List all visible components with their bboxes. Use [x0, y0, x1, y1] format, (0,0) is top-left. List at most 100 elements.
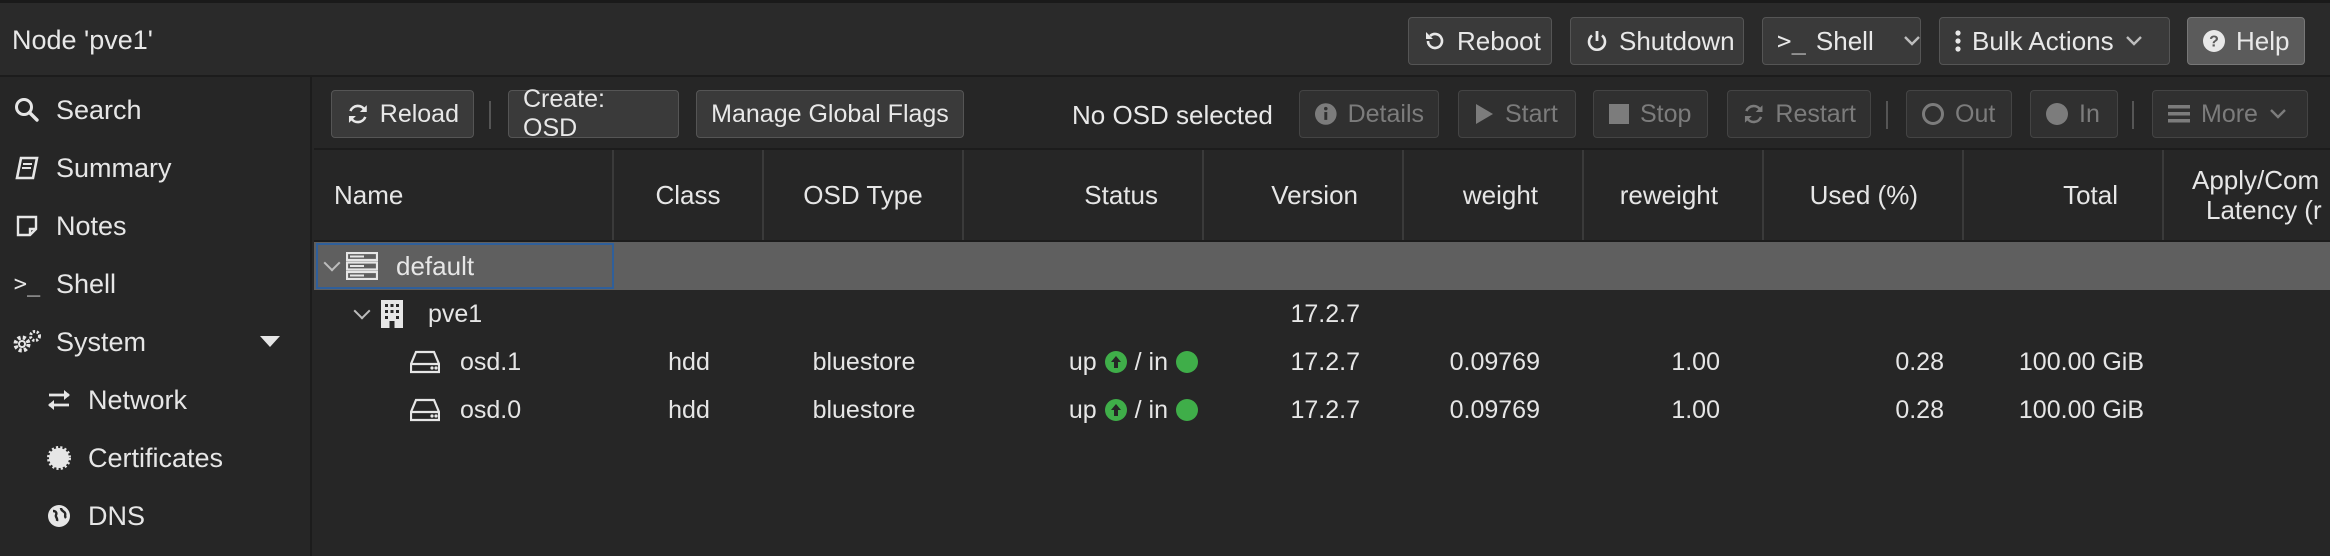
restart-label: Restart [1775, 99, 1856, 128]
column-header-label: Name [334, 179, 404, 210]
caret-down-icon[interactable] [260, 336, 280, 347]
column-header-status[interactable]: Status [964, 150, 1204, 240]
osd-grid-header: Name Class OSD Type Status Version weigh… [314, 150, 2330, 242]
up-arrow-icon [1104, 351, 1127, 373]
svg-text:?: ? [2209, 34, 2219, 51]
create-osd-label: Create: OSD [523, 85, 605, 142]
start-label: Start [1505, 99, 1558, 128]
sidebar-item-label: DNS [88, 500, 146, 531]
stop-button[interactable]: Stop [1593, 90, 1708, 138]
manage-global-flags-button[interactable]: Manage Global Flags [696, 90, 964, 138]
column-header-name[interactable]: Name [314, 150, 614, 240]
sidebar-item-search[interactable]: Search [0, 85, 310, 135]
sidebar-item-notes[interactable]: Notes [0, 201, 310, 251]
start-button[interactable]: Start [1458, 90, 1576, 138]
row-weight: 0.09769 [1449, 395, 1540, 424]
help-button[interactable]: ? Help [2187, 17, 2305, 65]
reload-label: Reload [379, 99, 459, 128]
chevron-down-icon [323, 254, 341, 272]
play-icon [1476, 104, 1493, 124]
create-osd-button[interactable]: Create: OSD [508, 85, 679, 142]
column-header-total[interactable]: Total [1964, 150, 2164, 240]
reboot-button[interactable]: Reboot [1408, 17, 1552, 65]
chevron-down-icon [2270, 109, 2286, 119]
osd-toolbar: Reload Create: OSD Manage Global Flags N… [314, 77, 2330, 150]
shutdown-button[interactable]: Shutdown [1570, 17, 1744, 65]
sidebar-item-certificates[interactable]: Certificates [0, 433, 310, 483]
sidebar-item-label: System [56, 326, 147, 357]
row-name: osd.0 [460, 395, 522, 424]
toolbar-separator [1886, 101, 1888, 129]
out-label: Out [1955, 99, 1996, 128]
status-in-label: / in [1134, 347, 1168, 376]
vertical-ellipsis-icon [1955, 30, 1961, 52]
more-button[interactable]: More [2152, 90, 2308, 138]
terminal-icon: >_ [1777, 27, 1806, 55]
stop-icon [1609, 104, 1629, 124]
power-icon [1587, 31, 1607, 51]
sidebar-item-shell[interactable]: >_ Shell [0, 259, 310, 309]
column-header-label: reweight [1619, 179, 1718, 210]
tree-row-osd[interactable]: osd.0 hdd bluestore up / in 17.2.7 0.097… [314, 386, 2330, 434]
row-class: hdd [668, 395, 710, 424]
exchange-icon [44, 385, 74, 415]
row-name: default [396, 250, 475, 281]
sidebar-item-summary[interactable]: Summary [0, 143, 310, 193]
expand-toggle[interactable] [353, 290, 371, 338]
status-in-dot-icon [1176, 351, 1198, 373]
sidebar-item-dns[interactable]: DNS [0, 491, 310, 541]
row-status: up / in [964, 386, 1198, 434]
tree-row-default[interactable]: default [314, 242, 2330, 290]
bars-icon [2168, 105, 2190, 123]
info-circle-icon [1314, 103, 1337, 125]
status-up-label: up [1068, 395, 1097, 424]
row-status: up / in [964, 338, 1198, 386]
globe-icon [44, 501, 74, 531]
row-osd-type: bluestore [812, 347, 916, 376]
chevron-down-icon[interactable] [1902, 34, 1922, 48]
row-total: 100.00 GiB [2018, 395, 2144, 424]
column-header-label: Used (%) [1809, 179, 1918, 210]
column-header-label: OSD Type [803, 179, 923, 210]
row-osd-type: bluestore [812, 395, 916, 424]
node-header: Node 'pve1' Reboot Shutdown >_ Shell Bul… [0, 0, 2330, 77]
note-icon [12, 211, 42, 241]
manage-global-flags-label: Manage Global Flags [711, 99, 949, 128]
details-button[interactable]: Details [1299, 90, 1439, 138]
sidebar-item-label: Search [56, 94, 142, 125]
column-header-weight[interactable]: weight [1404, 150, 1584, 240]
column-header-version[interactable]: Version [1204, 150, 1404, 240]
column-header-reweight[interactable]: reweight [1584, 150, 1764, 240]
column-header-class[interactable]: Class [614, 150, 764, 240]
in-label: In [2079, 99, 2100, 128]
column-header-used[interactable]: Used (%) [1764, 150, 1964, 240]
shell-label: Shell [1815, 25, 1874, 56]
tree-row-host[interactable]: pve1 17.2.7 [314, 290, 2330, 338]
tree-row-osd[interactable]: osd.1 hdd bluestore up / in 17.2.7 0.097… [314, 338, 2330, 386]
details-label: Details [1347, 99, 1424, 128]
reload-button[interactable]: Reload [331, 90, 474, 138]
shell-split-button[interactable]: >_ Shell [1762, 17, 1921, 65]
reboot-icon [1426, 32, 1444, 50]
refresh-icon [348, 104, 367, 124]
out-button[interactable]: Out [1906, 90, 2012, 138]
certificate-icon [44, 443, 74, 473]
column-header-osd-type[interactable]: OSD Type [764, 150, 964, 240]
sidebar-item-label: Shell [56, 268, 117, 299]
selection-status: No OSD selected [1072, 100, 1273, 130]
sidebar-item-system[interactable]: System [0, 317, 310, 367]
in-button[interactable]: In [2030, 90, 2118, 138]
restart-button[interactable]: Restart [1727, 90, 1871, 138]
column-header-latency[interactable]: Apply/Com Latency (r [2164, 150, 2330, 240]
toolbar-separator [489, 101, 491, 129]
bulk-actions-label: Bulk Actions [1972, 25, 2114, 56]
sidebar-item-network[interactable]: Network [0, 375, 310, 425]
status-up-label: up [1068, 347, 1097, 376]
question-circle-icon: ? [2203, 30, 2225, 52]
expand-toggle[interactable] [323, 242, 341, 290]
chevron-down-icon [353, 302, 371, 320]
sidebar-item-label: Summary [56, 152, 172, 183]
bulk-actions-button[interactable]: Bulk Actions [1939, 17, 2170, 65]
column-header-label: Total [2063, 179, 2118, 210]
circle-outline-icon [1922, 103, 1944, 125]
